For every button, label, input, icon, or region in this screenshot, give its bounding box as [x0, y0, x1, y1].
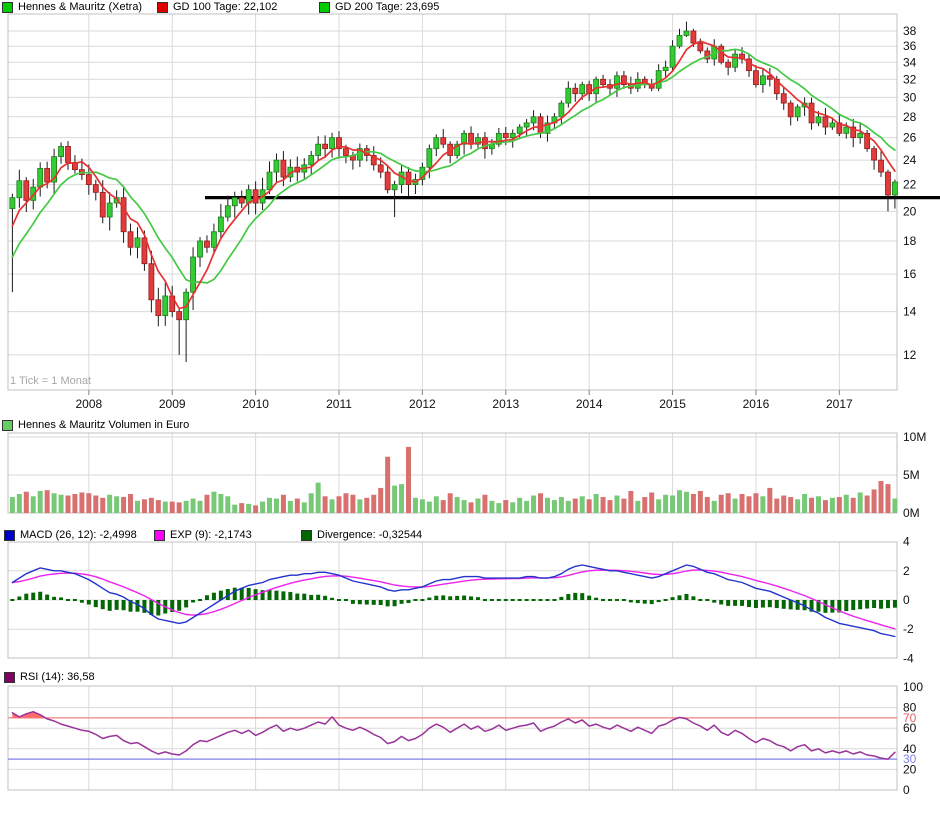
rsi-swatch-icon	[4, 672, 15, 683]
svg-text:2014: 2014	[576, 397, 603, 411]
tick-note: 1 Tick = 1 Monat	[10, 375, 91, 387]
svg-text:26: 26	[903, 131, 917, 145]
instrument-label: Hennes & Mauritz (Xetra)	[18, 1, 142, 13]
exp-label: EXP (9): -2,1743	[170, 529, 252, 541]
svg-text:60: 60	[903, 721, 917, 735]
gd100-swatch-icon	[157, 2, 168, 13]
svg-text:2013: 2013	[492, 397, 519, 411]
svg-text:24: 24	[903, 153, 917, 167]
svg-text:0: 0	[903, 783, 910, 797]
legend-item-rsi: RSI (14): 36,58	[4, 671, 95, 683]
svg-text:22: 22	[903, 178, 917, 192]
main-chart-legend: Hennes & Mauritz (Xetra) GD 100 Tage: 22…	[0, 1, 940, 14]
svg-text:2: 2	[903, 564, 910, 578]
svg-text:2016: 2016	[743, 397, 770, 411]
svg-text:0: 0	[903, 593, 910, 607]
svg-text:2010: 2010	[242, 397, 269, 411]
svg-text:16: 16	[903, 267, 917, 281]
volume-label: Hennes & Mauritz Volumen in Euro	[18, 419, 189, 431]
svg-text:2015: 2015	[659, 397, 686, 411]
svg-text:10M: 10M	[903, 430, 926, 444]
legend-item-divergence: Divergence: -0,32544	[301, 529, 422, 541]
legend-item-exp: EXP (9): -2,1743	[154, 529, 252, 541]
divergence-label: Divergence: -0,32544	[317, 529, 422, 541]
svg-text:2017: 2017	[826, 397, 853, 411]
svg-text:-4: -4	[903, 651, 914, 665]
svg-text:0M: 0M	[903, 506, 920, 520]
volume-swatch-icon	[2, 420, 13, 431]
svg-text:30: 30	[903, 90, 917, 104]
svg-text:-2: -2	[903, 622, 914, 636]
legend-item-volume: Hennes & Mauritz Volumen in Euro	[2, 419, 189, 431]
svg-text:2011: 2011	[326, 397, 352, 411]
volume-legend: Hennes & Mauritz Volumen in Euro	[0, 419, 940, 432]
svg-text:5M: 5M	[903, 468, 920, 482]
svg-text:12: 12	[903, 348, 917, 362]
rsi-label: RSI (14): 36,58	[20, 671, 95, 683]
macd-swatch-icon	[4, 530, 15, 541]
macd-legend: MACD (26, 12): -2,4998 EXP (9): -2,1743 …	[0, 529, 940, 542]
svg-text:36: 36	[903, 39, 917, 53]
divergence-swatch-icon	[301, 530, 312, 541]
svg-text:34: 34	[903, 55, 917, 69]
svg-text:2009: 2009	[159, 397, 186, 411]
svg-text:14: 14	[903, 305, 917, 319]
svg-text:32: 32	[903, 72, 917, 86]
svg-text:18: 18	[903, 234, 917, 248]
rsi-legend: RSI (14): 36,58	[0, 671, 940, 684]
svg-text:20: 20	[903, 204, 917, 218]
chart-page: 2008200920102011201220132014201520162017…	[0, 0, 940, 814]
svg-text:20: 20	[903, 762, 917, 776]
macd-label: MACD (26, 12): -2,4998	[20, 529, 137, 541]
chart-canvas: 2008200920102011201220132014201520162017…	[0, 0, 940, 814]
instrument-swatch-icon	[2, 2, 13, 13]
svg-text:28: 28	[903, 110, 917, 124]
legend-item-instrument: Hennes & Mauritz (Xetra)	[2, 1, 142, 13]
svg-text:2012: 2012	[409, 397, 436, 411]
legend-item-gd100: GD 100 Tage: 22,102	[157, 1, 277, 13]
legend-item-gd200: GD 200 Tage: 23,695	[319, 1, 439, 13]
svg-text:2008: 2008	[75, 397, 102, 411]
exp-swatch-icon	[154, 530, 165, 541]
legend-item-macd: MACD (26, 12): -2,4998	[4, 529, 137, 541]
svg-text:38: 38	[903, 24, 917, 38]
gd200-label: GD 200 Tage: 23,695	[335, 1, 439, 13]
gd100-label: GD 100 Tage: 22,102	[173, 1, 277, 13]
gd200-swatch-icon	[319, 2, 330, 13]
